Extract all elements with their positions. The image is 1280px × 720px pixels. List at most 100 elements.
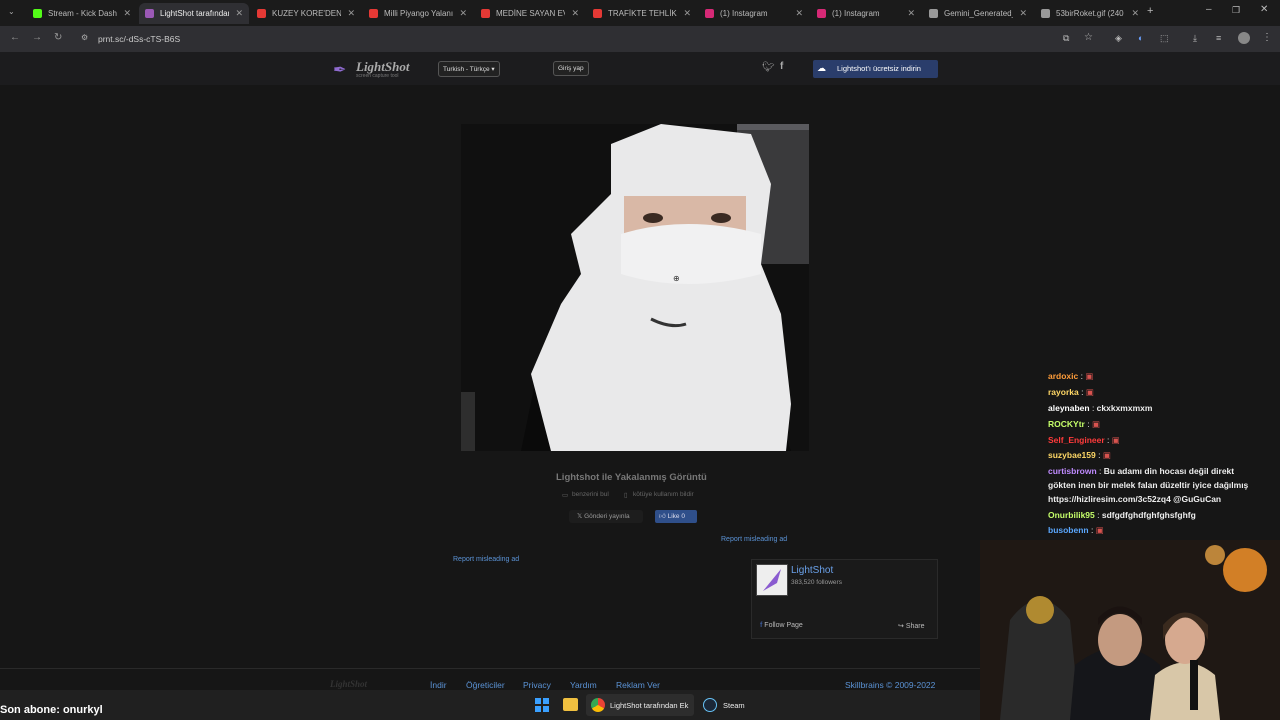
tab-close-icon[interactable]: ✕	[907, 8, 915, 19]
chat-username[interactable]: ROCKYtr	[1048, 419, 1085, 429]
tab-close-icon[interactable]: ✕	[1131, 8, 1139, 19]
reload-icon[interactable]: ↻	[54, 32, 62, 43]
footer-copyright[interactable]: Skillbrains © 2009-2022	[845, 680, 935, 690]
tab-close-icon[interactable]: ✕	[235, 8, 243, 19]
back-icon[interactable]: ←	[10, 32, 20, 43]
chat-emote-icon: ▣	[1085, 371, 1094, 381]
chat-emote-icon: ▣	[1102, 450, 1111, 460]
tab-close-icon[interactable]: ✕	[683, 8, 691, 19]
fb-page-name[interactable]: LightShot	[791, 565, 833, 576]
thumbs-up-icon: 👍︎	[659, 513, 666, 520]
chat-separator: :	[1095, 450, 1103, 460]
extension-icon[interactable]: ◐	[1138, 33, 1143, 43]
download-label: Lightshot'ı ücretsiz indirin	[837, 64, 921, 73]
chat-username[interactable]: curtisbrown	[1048, 466, 1097, 476]
minimize-icon[interactable]: –	[1206, 4, 1212, 15]
tab-close-icon[interactable]: ✕	[347, 8, 355, 19]
chat-message: ROCKYtr : ▣	[1048, 419, 1100, 430]
profile-avatar[interactable]	[1238, 32, 1250, 44]
install-icon[interactable]: ⧉	[1063, 33, 1069, 44]
find-similar-link[interactable]: benzerini bul	[572, 491, 609, 498]
browser-tab[interactable]: (1) Instagram ✕	[811, 3, 921, 24]
screenshot-drawing	[461, 124, 809, 451]
footer-link-help[interactable]: Yardım	[570, 680, 597, 690]
browser-tab[interactable]: Gemini_Generated_ ✕	[923, 3, 1033, 24]
footer-logo: LightShot	[330, 679, 368, 689]
chat-username[interactable]: suzybae159	[1048, 450, 1096, 460]
report-ad-link-right[interactable]: Report misleading ad	[721, 536, 787, 543]
browser-tab[interactable]: Stream - Kick Dashb ✕	[27, 3, 137, 24]
tweet-button[interactable]: 𝕏 Gönderi yayınla	[569, 510, 643, 523]
chat-username[interactable]: Onurbilik95	[1048, 510, 1095, 520]
forward-icon[interactable]: →	[32, 32, 42, 43]
chat-separator: :	[1084, 419, 1092, 429]
taskbar-steam-title[interactable]: Steam	[723, 701, 745, 710]
login-button[interactable]: Giriş yap	[553, 61, 589, 76]
fb-share-button[interactable]: ↪ Share	[898, 622, 925, 630]
report-abuse-link[interactable]: kötüye kullanım bildir	[633, 491, 694, 498]
screenshot-image[interactable]	[461, 124, 809, 451]
file-explorer-icon[interactable]	[563, 698, 578, 711]
maximize-icon[interactable]: ❐	[1232, 5, 1240, 16]
twitter-icon[interactable]: 🐦︎	[762, 62, 775, 73]
browser-tab[interactable]: MEDİNE SAYAN EV ✕	[475, 3, 585, 24]
footer-link-tutorials[interactable]: Öğreticiler	[466, 680, 505, 690]
browser-tab[interactable]: TRAFİKTE TEHLİKE! ✕	[587, 3, 697, 24]
chat-username[interactable]: Self_Engineer	[1048, 435, 1105, 445]
tab-close-icon[interactable]: ✕	[123, 8, 131, 19]
chat-separator: :	[1094, 510, 1102, 520]
more-menu-icon[interactable]: ⋮	[1262, 32, 1272, 43]
browser-tab[interactable]: 53birRoket.gif (240 ✕	[1035, 3, 1145, 24]
browser-tab[interactable]: (1) Instagram ✕	[699, 3, 809, 24]
download-icon[interactable]: ⤓	[1193, 33, 1197, 44]
tab-title: (1) Instagram	[720, 9, 768, 18]
tab-favicon-icon	[929, 9, 938, 18]
like-button[interactable]: 👍︎ Like 0	[655, 510, 697, 523]
tab-title: Milli Piyango Yalanı	[384, 9, 454, 18]
facebook-icon[interactable]: f	[780, 61, 783, 72]
chat-text: ckxkxmxmxm	[1096, 403, 1153, 413]
fb-icon: f	[760, 622, 763, 629]
url-field[interactable]: prnt.sc/-dSs-cTS-B6S	[77, 30, 1077, 48]
start-windows-icon[interactable]	[535, 698, 549, 712]
tab-close-icon[interactable]: ✕	[1019, 8, 1027, 19]
tab-favicon-icon	[369, 9, 378, 18]
extensions-puzzle-icon[interactable]: ⬚	[1160, 33, 1169, 44]
footer-link-advertise[interactable]: Reklam Ver	[616, 680, 660, 690]
share-icon: ↪	[898, 623, 904, 630]
chat-username[interactable]: aleynaben	[1048, 403, 1090, 413]
steam-icon[interactable]	[703, 698, 717, 712]
download-cloud-icon: ☁	[817, 63, 826, 73]
chat-message: gökten inen bir melek falan düzeltir iyi…	[1048, 480, 1248, 490]
tab-title: KUZEY KORE'DEN G	[272, 9, 342, 18]
tab-close-icon[interactable]: ✕	[795, 8, 803, 19]
chat-text: Bu adamı din hocası değil direkt	[1103, 466, 1235, 476]
browser-tab[interactable]: LightShot tarafından ✕	[139, 3, 249, 24]
download-button[interactable]: Lightshot'ı ücretsiz indirin	[813, 60, 938, 78]
tab-favicon-icon	[705, 9, 714, 18]
chat-username[interactable]: rayorka	[1048, 387, 1079, 397]
fb-follow-button[interactable]: f Follow Page	[760, 622, 803, 629]
browser-tab[interactable]: KUZEY KORE'DEN G ✕	[251, 3, 361, 24]
tab-close-icon[interactable]: ✕	[459, 8, 467, 19]
extension-icon[interactable]: ◈	[1115, 33, 1122, 44]
chat-emote-icon: ▣	[1095, 525, 1104, 535]
browser-tab[interactable]: Milli Piyango Yalanı ✕	[363, 3, 473, 24]
close-window-icon[interactable]: ✕	[1260, 4, 1268, 15]
menu-icon[interactable]: ≡	[1216, 33, 1221, 43]
bookmark-star-icon[interactable]: ☆	[1084, 32, 1093, 43]
tab-search-icon[interactable]: ⌄	[8, 7, 15, 16]
tab-close-icon[interactable]: ✕	[571, 8, 579, 19]
fb-page-avatar[interactable]	[756, 564, 788, 596]
footer-link-privacy[interactable]: Privacy	[523, 680, 551, 690]
footer-link-download[interactable]: İndir	[430, 680, 447, 690]
tab-title: Stream - Kick Dashb	[48, 9, 118, 18]
chat-username[interactable]: busobenn	[1048, 525, 1089, 535]
chat-message: busobenn : ▣	[1048, 525, 1104, 536]
image-caption: Lightshot ile Yakalanmış Görüntü	[556, 472, 707, 483]
chat-username[interactable]: ardoxic	[1048, 371, 1078, 381]
tab-favicon-icon	[33, 9, 42, 18]
report-ad-link-left[interactable]: Report misleading ad	[453, 556, 519, 563]
new-tab-icon[interactable]: +	[1147, 5, 1153, 17]
language-select[interactable]: Turkish - Türkçe ▾	[438, 61, 500, 77]
